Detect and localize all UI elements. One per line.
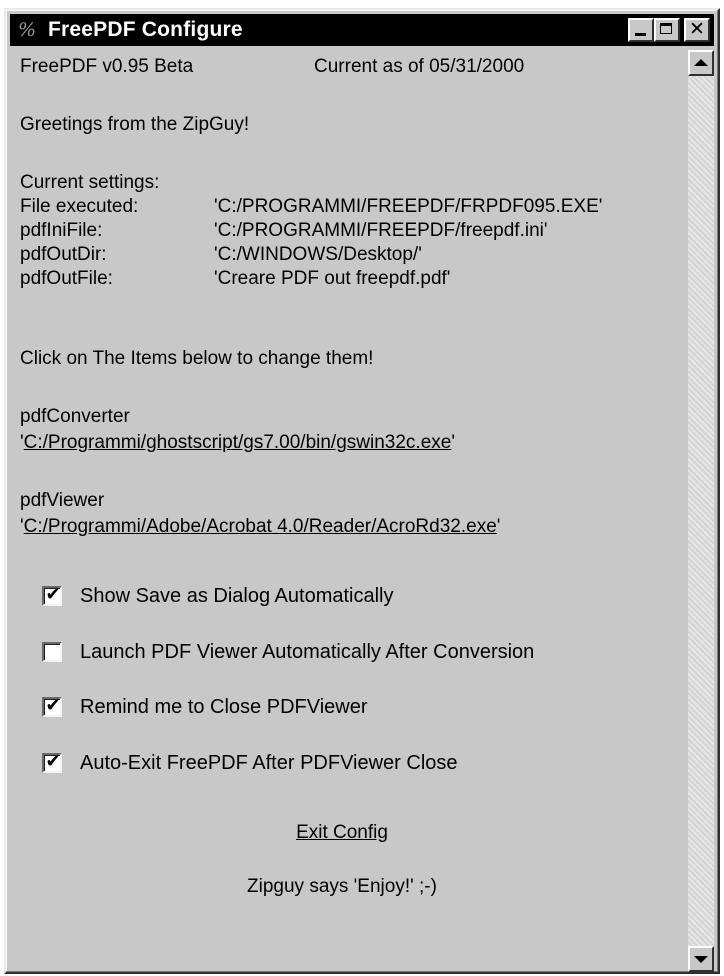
setting-value-pdfoutfile: 'Creare PDF out freepdf.pdf': [214, 268, 451, 289]
option-auto-exit[interactable]: ✔ Auto-Exit FreePDF After PDFViewer Clos…: [42, 751, 458, 774]
pdf-viewer-quote-close: ': [496, 516, 501, 537]
vertical-scrollbar[interactable]: [688, 50, 714, 972]
setting-label-pdfoutfile: pdfOutFile:: [20, 268, 113, 289]
close-icon: ✕: [689, 18, 705, 40]
scroll-up-button[interactable]: [688, 50, 714, 76]
checkbox[interactable]: ✔: [42, 584, 62, 606]
minimize-button[interactable]: [628, 18, 654, 42]
close-button[interactable]: ✕: [684, 18, 710, 42]
setting-label-pdfoutdir: pdfOutDir:: [20, 244, 107, 265]
checkmark-icon: ✔: [45, 584, 61, 605]
pdf-viewer-path-row: 'C:/Programmi/Adobe/Acrobat 4.0/Reader/A…: [20, 516, 500, 538]
setting-value-pdfoutdir: 'C:/WINDOWS/Desktop/': [214, 244, 422, 265]
settings-heading: Current settings:: [20, 172, 160, 193]
pdf-converter-quote-close: ': [451, 432, 455, 453]
option-label: Auto-Exit FreePDF After PDFViewer Close: [80, 752, 458, 774]
footer-text: Zipguy says 'Enjoy!' ;-): [247, 876, 437, 897]
pdf-converter-label: pdfConverter: [20, 406, 130, 427]
arrow-down-icon: [694, 956, 708, 963]
config-content: FreePDF v0.95 Beta Current as of 05/31/2…: [12, 50, 672, 970]
option-launch-viewer[interactable]: Launch PDF Viewer Automatically After Co…: [42, 641, 534, 663]
option-show-save-dialog[interactable]: ✔ Show Save as Dialog Automatically: [42, 584, 394, 607]
setting-value-pdfinifile: 'C:/PROGRAMMI/FREEPDF/freepdf.ini': [214, 220, 548, 241]
checkbox[interactable]: ✔: [42, 695, 62, 717]
scroll-down-button[interactable]: [688, 946, 714, 972]
instructions-text: Click on The Items below to change them!: [20, 348, 374, 369]
setting-value-file-executed: 'C:/PROGRAMMI/FREEPDF/FRPDF095.EXE': [214, 196, 603, 217]
option-remind-close-viewer[interactable]: ✔ Remind me to Close PDFViewer: [42, 695, 368, 718]
setting-label-pdfinifile: pdfIniFile:: [20, 220, 103, 241]
title-bar[interactable]: % FreePDF Configure ✕: [10, 14, 714, 46]
window-title: FreePDF Configure: [48, 18, 243, 41]
option-label: Remind me to Close PDFViewer: [80, 696, 368, 718]
checkmark-icon: ✔: [45, 695, 61, 716]
pdf-viewer-path-link[interactable]: C:/Programmi/Adobe/Acrobat 4.0/Reader/Ac…: [24, 516, 497, 537]
option-label: Show Save as Dialog Automatically: [80, 585, 394, 607]
config-window: % FreePDF Configure ✕ FreePDF v0.95 Beta…: [4, 8, 720, 974]
maximize-button[interactable]: [654, 18, 680, 42]
maximize-icon: [660, 23, 672, 34]
checkbox[interactable]: ✔: [42, 751, 62, 773]
minimize-icon: [635, 33, 646, 36]
checkmark-icon: ✔: [45, 751, 61, 772]
setting-label-file-executed: File executed:: [20, 196, 139, 217]
pdf-viewer-label: pdfViewer: [20, 490, 105, 511]
arrow-up-icon: [694, 59, 708, 66]
pdf-converter-path-link[interactable]: C:/Programmi/ghostscript/gs7.00/bin/gswi…: [24, 432, 452, 453]
current-as-of-text: Current as of 05/31/2000: [314, 56, 525, 77]
pdf-converter-path-row: 'C:/Programmi/ghostscript/gs7.00/bin/gsw…: [20, 432, 455, 454]
freepdf-app-icon[interactable]: %: [14, 19, 40, 41]
checkbox[interactable]: [42, 642, 62, 662]
exit-config-link[interactable]: Exit Config: [12, 822, 672, 844]
option-label: Launch PDF Viewer Automatically After Co…: [80, 641, 535, 663]
window-controls: ✕: [628, 18, 710, 42]
version-text: FreePDF v0.95 Beta: [20, 56, 194, 77]
greeting-text: Greetings from the ZipGuy!: [20, 114, 250, 135]
